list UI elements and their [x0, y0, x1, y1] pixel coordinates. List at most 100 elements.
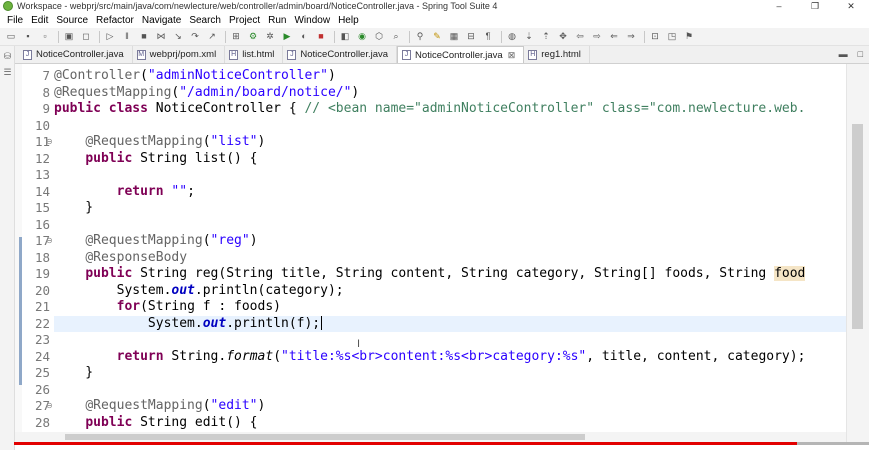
video-progress-bar[interactable]	[14, 442, 797, 445]
code-line[interactable]: @RequestMapping("edit")	[54, 398, 265, 415]
code-line[interactable]: System.out.println(category);	[54, 283, 344, 300]
tab-reg1-html[interactable]: H reg1.html	[524, 46, 590, 63]
tab-notice-controller-active[interactable]: J NoticeController.java ⊠	[397, 46, 525, 63]
disconnect-icon[interactable]: ⋈	[154, 30, 168, 44]
minimize-editor-icon[interactable]: ▬	[839, 49, 848, 59]
restore-button[interactable]: ❐	[797, 0, 833, 12]
horizontal-scroll-thumb[interactable]	[65, 434, 585, 440]
terminal-icon[interactable]: ▣	[62, 30, 76, 44]
video-progress-remaining[interactable]	[797, 442, 869, 445]
code-line[interactable]: return "";	[54, 184, 195, 201]
debug-perspective-icon[interactable]: ⚑	[682, 30, 696, 44]
suspend-icon[interactable]: ‖	[120, 30, 134, 44]
open-type-icon[interactable]: ⬡	[372, 30, 386, 44]
tab-notice-controller-1[interactable]: J NoticeController.java	[19, 46, 133, 63]
xml-file-icon: M	[136, 49, 146, 60]
package-explorer-icon[interactable]: ⛁	[2, 51, 13, 62]
outline-icon[interactable]: ☰	[2, 67, 13, 78]
new-icon[interactable]: ▭	[4, 30, 18, 44]
menu-help[interactable]: Help	[335, 15, 364, 26]
tab-label: NoticeController.java	[36, 49, 124, 60]
code-line[interactable]: System.out.println(f);	[54, 316, 323, 333]
close-tab-icon[interactable]: ⊠	[508, 50, 516, 61]
horizontal-scrollbar[interactable]	[15, 432, 846, 442]
close-button[interactable]: ✕	[833, 0, 869, 12]
save-all-icon[interactable]: ▫	[38, 30, 52, 44]
code-line[interactable]: @RequestMapping("reg")	[54, 233, 257, 250]
tab-label: list.html	[242, 49, 275, 60]
fold-toggle-icon[interactable]: ⊖	[46, 233, 53, 250]
code-line[interactable]: @Controller("adminNoticeController")	[54, 68, 336, 85]
code-line[interactable]: public String edit() {	[54, 415, 257, 432]
new-java-project-icon[interactable]: ◧	[338, 30, 352, 44]
code-line[interactable]: public String reg(String title, String c…	[54, 266, 806, 283]
history-forward-icon[interactable]: ⇒	[624, 30, 638, 44]
mark-occurrences-icon[interactable]: ✎	[430, 30, 444, 44]
minimize-button[interactable]: –	[761, 0, 797, 12]
toolbar-separator	[501, 30, 502, 43]
prev-annotation-icon[interactable]: ⇡	[539, 30, 553, 44]
globe-icon[interactable]: ◍	[505, 30, 519, 44]
word-wrap-icon[interactable]: ⊟	[464, 30, 478, 44]
menu-run[interactable]: Run	[265, 15, 291, 26]
spring-icon[interactable]: ⚙	[246, 30, 260, 44]
pin-icon[interactable]: ⚲	[413, 30, 427, 44]
java-perspective-icon[interactable]: ◳	[665, 30, 679, 44]
menu-source[interactable]: Source	[53, 15, 93, 26]
run-icon[interactable]: ▶	[280, 30, 294, 44]
code-line[interactable]: }	[54, 200, 93, 217]
block-selection-icon[interactable]: ▦	[447, 30, 461, 44]
vertical-scrollbar[interactable]	[846, 64, 869, 442]
fold-toggle-icon[interactable]: ⊖	[46, 398, 53, 415]
code-line[interactable]: @RequestMapping("/admin/board/notice/")	[54, 85, 359, 102]
line-number: 18	[34, 249, 50, 265]
vertical-scroll-thumb[interactable]	[852, 124, 863, 329]
code-line[interactable]: return String.format("title:%s<br>conten…	[54, 349, 806, 366]
menu-window[interactable]: Window	[291, 15, 335, 26]
menu-edit[interactable]: Edit	[28, 15, 53, 26]
fold-toggle-icon[interactable]: ⊖	[46, 134, 53, 151]
terminate-icon[interactable]: ■	[137, 30, 151, 44]
external-tools-icon[interactable]: ■	[314, 30, 328, 44]
next-annotation-icon[interactable]: ⇣	[522, 30, 536, 44]
search-icon[interactable]: ⌕	[389, 30, 403, 44]
new-class-icon[interactable]: ◉	[355, 30, 369, 44]
tab-list-html[interactable]: H list.html	[225, 46, 284, 63]
code-line[interactable]: @ResponseBody	[54, 250, 187, 267]
boot-dashboard-icon[interactable]: ⊞	[229, 30, 243, 44]
forward-icon[interactable]: ⇨	[590, 30, 604, 44]
code-line[interactable]: }	[54, 365, 93, 382]
code-line[interactable]: for(String f : foods)	[54, 299, 281, 316]
back-icon[interactable]: ⇦	[573, 30, 587, 44]
code-line[interactable]: public String list() {	[54, 151, 257, 168]
step-return-icon[interactable]: ↗	[205, 30, 219, 44]
last-edit-icon[interactable]: ✥	[556, 30, 570, 44]
toolbar-separator	[409, 30, 410, 43]
line-number: 9	[42, 101, 50, 116]
step-into-icon[interactable]: ↘	[171, 30, 185, 44]
tab-notice-controller-2[interactable]: J NoticeController.java	[283, 46, 398, 63]
line-number: 28	[34, 414, 50, 430]
code-editor[interactable]: 7 8 9 10 11 ⊖ 12 13 14 15 16 17 ⊖ 18 19 20 21 22 23 24 25 26 2…	[15, 64, 869, 442]
menu-search[interactable]: Search	[186, 15, 226, 26]
open-perspective-icon[interactable]: ⊡	[648, 30, 662, 44]
menu-refactor[interactable]: Refactor	[93, 15, 139, 26]
step-over-icon[interactable]: ↷	[188, 30, 202, 44]
tab-label: webprj/pom.xml	[149, 49, 217, 60]
stop-icon[interactable]: ◻	[79, 30, 93, 44]
code-line[interactable]: public class NoticeController { // <bean…	[54, 101, 805, 118]
java-file-icon: J	[402, 50, 412, 60]
tab-pom-xml[interactable]: M webprj/pom.xml	[133, 46, 226, 63]
menu-navigate[interactable]: Navigate	[139, 15, 186, 26]
history-back-icon[interactable]: ⇐	[607, 30, 621, 44]
code-line[interactable]: @RequestMapping("list")	[54, 134, 265, 151]
maximize-editor-icon[interactable]: □	[858, 49, 863, 59]
code-area[interactable]: @Controller("adminNoticeController") @Req…	[54, 64, 846, 442]
debug-icon[interactable]: ✲	[263, 30, 277, 44]
menu-project[interactable]: Project	[226, 15, 265, 26]
resume-icon[interactable]: ▷	[103, 30, 117, 44]
save-icon[interactable]: ▪	[21, 30, 35, 44]
coverage-icon[interactable]: ◐	[297, 30, 311, 44]
show-whitespace-icon[interactable]: ¶	[481, 30, 495, 44]
menu-file[interactable]: File	[4, 15, 28, 26]
